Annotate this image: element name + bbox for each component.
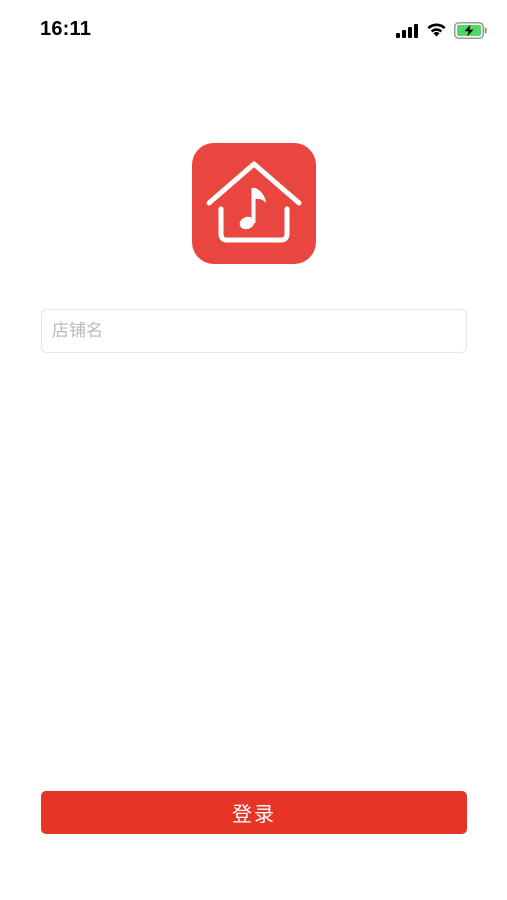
wifi-icon <box>427 23 446 37</box>
shop-name-input[interactable] <box>41 309 467 353</box>
battery-charging-icon <box>454 22 487 39</box>
house-music-note-icon <box>206 161 302 243</box>
login-button[interactable]: 登录 <box>41 791 467 834</box>
status-bar: 16:11 <box>0 0 507 62</box>
status-time: 16:11 <box>40 18 92 40</box>
signal-icon <box>396 24 418 38</box>
app-logo <box>192 143 316 264</box>
